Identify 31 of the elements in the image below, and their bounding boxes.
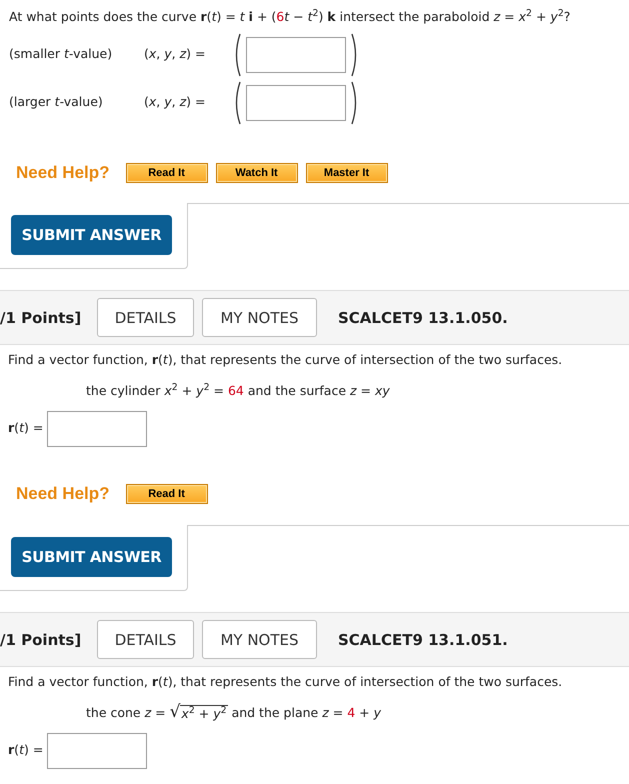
help-label: Need Help? — [16, 482, 110, 505]
help-button[interactable]: Master It — [306, 162, 388, 182]
help-button[interactable]: Read It — [126, 484, 208, 504]
answer-field[interactable] — [47, 732, 148, 769]
answer-label: (larger t-value) — [9, 93, 104, 112]
coordinates-label: (x, y, z) = — [144, 45, 206, 64]
details-button[interactable]: DETAILS — [97, 620, 194, 660]
points-label: /1 Points] — [0, 630, 82, 650]
question-text: Find a vector function, r(t), that represents the curve of intersection of the two surfaces. — [7, 673, 564, 692]
question-text: Find a vector function, r(t), that represents the curve of intersection of the two surfaces. — [7, 351, 564, 370]
equation-text: the cone z = √x$^{2}$ + y$^{2}$ and the plane z = 4 + y — [85, 701, 382, 723]
help-label: Need Help? — [16, 162, 110, 184]
question-text: At what points does the curve r(t) = t i + (6t − t$^{2}$) k intersect the paraboloid z = x$^{2}$ + y$^{2}$? — [8, 7, 572, 26]
help-button[interactable]: Watch It — [216, 162, 298, 182]
problem-code: SCALCET9 13.1.051. — [338, 630, 508, 650]
answer-field[interactable] — [246, 84, 346, 121]
answer-label: (smaller t-value) — [9, 45, 114, 64]
coordinates-label: (x, y, z) = — [144, 93, 206, 112]
my-notes-button[interactable]: MY NOTES — [202, 620, 317, 660]
answer-field[interactable] — [246, 36, 346, 73]
my-notes-button[interactable]: MY NOTES — [202, 298, 317, 338]
submit-button[interactable]: SUBMIT ANSWER — [11, 537, 172, 578]
details-button[interactable]: DETAILS — [97, 298, 194, 338]
equation-text: the cylinder x$^{2}$ + y$^{2}$ = 64 and the surface z = xy — [85, 381, 391, 400]
points-label: /1 Points] — [0, 308, 82, 328]
answer-field[interactable] — [47, 410, 148, 447]
submit-button[interactable]: SUBMIT ANSWER — [11, 215, 172, 256]
answer-label: r(t) = — [8, 741, 44, 760]
problem-code: SCALCET9 13.1.050. — [338, 308, 508, 328]
help-button[interactable]: Read It — [126, 162, 208, 182]
answer-label: r(t) = — [8, 419, 44, 438]
